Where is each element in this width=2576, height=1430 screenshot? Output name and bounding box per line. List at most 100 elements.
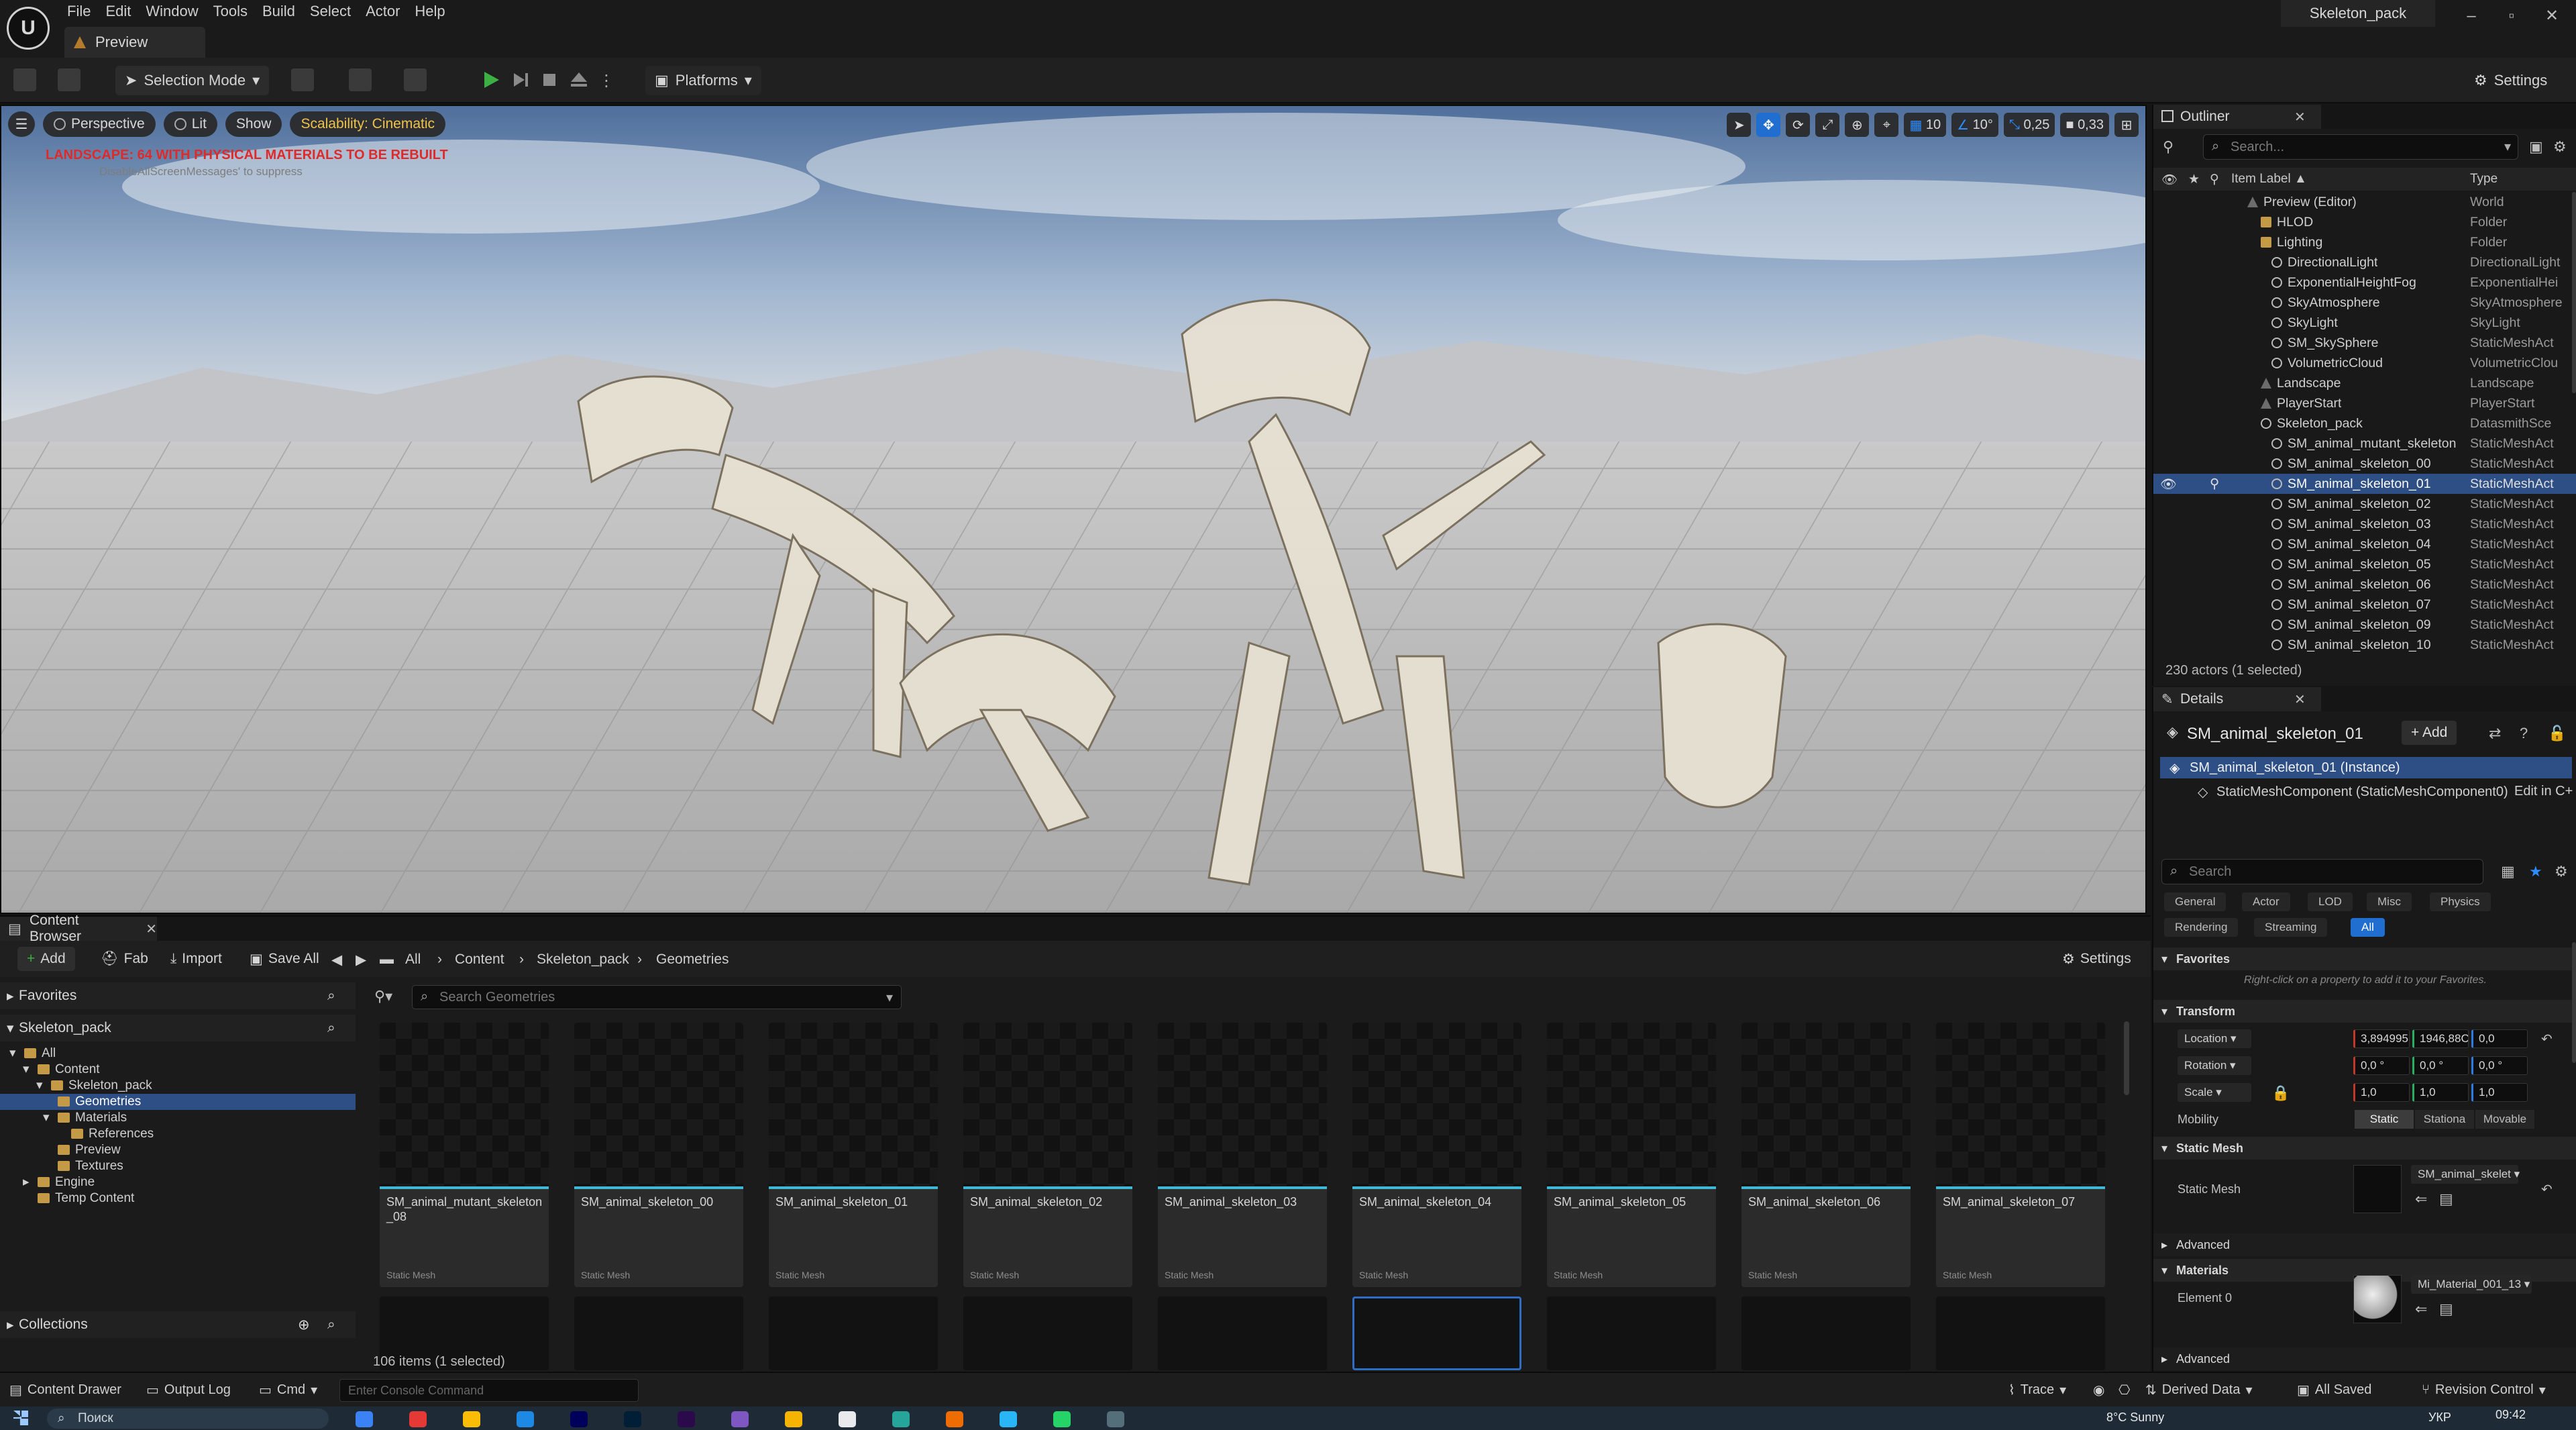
favorite-star-icon[interactable]: ★	[2529, 863, 2542, 880]
asset-tile[interactable]: SM_animal_skeleton_01 Static Mesh	[769, 1023, 938, 1287]
menu-edit[interactable]: Edit	[105, 0, 146, 23]
language-indicator[interactable]: УКР	[2428, 1411, 2451, 1425]
filter-all[interactable]: All	[2351, 918, 2385, 937]
outliner-row[interactable]: SM_animal_skeleton_05 StaticMeshAct	[2153, 554, 2576, 574]
eject-icon[interactable]	[568, 68, 590, 91]
stop-icon[interactable]	[538, 68, 561, 91]
play-icon[interactable]	[479, 68, 502, 91]
selection-mode-dropdown[interactable]: ➤ Selection Mode ▾	[115, 66, 270, 95]
static-mesh-section[interactable]: ▾ Static Mesh	[2153, 1137, 2576, 1160]
close-window-button[interactable]: ✕	[2533, 4, 2571, 28]
browse-icon[interactable]	[58, 68, 80, 91]
search-icon[interactable]: ⌕	[327, 1020, 335, 1036]
material-picker[interactable]: Mi_Material_001_13 ▾	[2411, 1275, 2532, 1294]
outliner-row[interactable]: Landscape Landscape	[2153, 373, 2576, 393]
menu-file[interactable]: File	[67, 0, 105, 23]
menu-select[interactable]: Select	[310, 0, 366, 23]
search-icon[interactable]: ⌕	[327, 1317, 335, 1333]
tree-item-preview[interactable]: Preview	[0, 1142, 356, 1158]
app-icon[interactable]	[946, 1411, 963, 1427]
windows-start-icon[interactable]	[13, 1411, 28, 1425]
rotation-x-field[interactable]: 0,0 °	[2353, 1056, 2410, 1075]
world-space-icon[interactable]: ⊕	[1845, 113, 1870, 137]
asset-tile[interactable]	[1741, 1296, 1911, 1370]
project-header[interactable]: ▾ Skeleton_pack ⌕	[0, 1015, 356, 1041]
rotation-dropdown[interactable]: Rotation ▾	[2178, 1056, 2251, 1075]
location-x-field[interactable]: 3,894995	[2353, 1029, 2410, 1048]
reset-location-icon[interactable]: ↶	[2541, 1031, 2553, 1048]
transform-section[interactable]: ▾ Transform	[2153, 1000, 2576, 1023]
content-browser-tab[interactable]: ▤ Content Browser ✕	[0, 913, 157, 944]
favorite-column-icon[interactable]: ★	[2188, 172, 2200, 187]
save-icon[interactable]	[13, 68, 36, 91]
pin-icon[interactable]: ⚲	[2210, 476, 2219, 492]
eye-icon[interactable]: 👁	[2160, 476, 2177, 493]
trace-dropdown[interactable]: ⌇ Trace ▾	[2008, 1382, 2066, 1398]
rotation-snap-toggle[interactable]: ∠ 10°	[1951, 113, 1998, 137]
material-thumbnail[interactable]	[2353, 1275, 2402, 1323]
details-scrollbar[interactable]	[2572, 942, 2576, 1063]
filter-misc[interactable]: Misc	[2367, 892, 2412, 911]
surface-snap-icon[interactable]: ⌖	[1874, 113, 1899, 137]
outliner-row[interactable]: SM_SkySphere StaticMeshAct	[2153, 333, 2576, 353]
component-row[interactable]: ◇ StaticMeshComponent (StaticMeshCompone…	[2160, 781, 2573, 803]
clock[interactable]: 09:42	[2496, 1408, 2526, 1422]
outliner-row[interactable]: SkyLight SkyLight	[2153, 313, 2576, 333]
cmd-dropdown[interactable]: ▭ Cmd ▾	[259, 1382, 317, 1398]
outliner-row[interactable]: SM_animal_skeleton_10 StaticMeshAct	[2153, 635, 2576, 652]
location-dropdown[interactable]: Location ▾	[2178, 1029, 2251, 1048]
photoshop-icon[interactable]	[624, 1411, 641, 1427]
scale-dropdown[interactable]: Scale ▾	[2178, 1083, 2251, 1102]
details-search-input[interactable]: ⌕ Search	[2161, 859, 2483, 884]
import-button[interactable]: ⤓ Import	[161, 947, 231, 971]
filter-lod[interactable]: LOD	[2308, 892, 2353, 911]
derived-data-button[interactable]: ⇅ Derived Data ▾	[2145, 1382, 2253, 1398]
weather-widget[interactable]: 8°C Sunny	[2106, 1411, 2164, 1425]
asset-tile[interactable]: SM_animal_skeleton_05 Static Mesh	[1547, 1023, 1716, 1287]
pin-column-icon[interactable]: ⚲	[2210, 172, 2219, 187]
reset-mesh-icon[interactable]: ↶	[2541, 1181, 2553, 1198]
skype-icon[interactable]	[517, 1411, 534, 1427]
unreal-taskbar-icon[interactable]	[839, 1411, 856, 1427]
asset-tile[interactable]: SM_animal_skeleton_06 Static Mesh	[1741, 1023, 1911, 1287]
asset-search-input[interactable]: ⌕ Search Geometries ▾	[412, 985, 902, 1009]
tree-item-geometries[interactable]: Geometries	[0, 1094, 356, 1110]
outliner-scrollbar[interactable]	[2572, 192, 2576, 393]
outliner-tab[interactable]: Outliner ✕	[2153, 105, 2321, 129]
asset-tile[interactable]	[1547, 1296, 1716, 1370]
filter-actor[interactable]: Actor	[2242, 892, 2290, 911]
menu-tools[interactable]: Tools	[213, 0, 262, 23]
breadcrumb-all[interactable]: All	[405, 952, 421, 968]
component-instance-row[interactable]: ◈ SM_animal_skeleton_01 (Instance)	[2160, 757, 2572, 778]
advanced-section[interactable]: ▸ Advanced	[2153, 1233, 2576, 1256]
use-selected-icon[interactable]: ⇐	[2415, 1300, 2427, 1318]
settings-button[interactable]: ⚙ Settings	[2466, 66, 2555, 95]
revision-control-button[interactable]: ⑂ Revision Control ▾	[2422, 1382, 2546, 1398]
outliner-row[interactable]: Lighting Folder	[2153, 232, 2576, 252]
outliner-row[interactable]: DirectionalLight DirectionalLight	[2153, 252, 2576, 272]
asset-tile[interactable]	[1936, 1296, 2105, 1370]
network-icon[interactable]: ⎔	[2118, 1382, 2130, 1398]
perspective-button[interactable]: Perspective	[43, 111, 156, 137]
breadcrumb-geometries[interactable]: Geometries	[656, 952, 729, 968]
tree-item-content[interactable]: ▾ Content	[0, 1062, 356, 1078]
scale-tool-icon[interactable]: ⤢	[1815, 113, 1840, 137]
outliner-row[interactable]: Skeleton_pack DatasmithSce	[2153, 413, 2576, 433]
browse-asset-icon[interactable]: ▤	[2439, 1300, 2453, 1318]
hamburger-menu-icon[interactable]: ☰	[8, 111, 35, 137]
details-settings-icon[interactable]: ⚙	[2555, 863, 2568, 880]
view-mode-button[interactable]: Lit	[163, 111, 217, 137]
add-folder-icon[interactable]: ▣	[2529, 138, 2543, 156]
folder-icon[interactable]	[785, 1411, 802, 1427]
more-options-icon[interactable]: ⋮	[598, 71, 614, 91]
lock-icon[interactable]: 🔓	[2548, 725, 2566, 742]
level-tab[interactable]: Preview	[64, 27, 205, 58]
outliner-row[interactable]: PlayerStart PlayerStart	[2153, 393, 2576, 413]
app-icon[interactable]	[892, 1411, 910, 1427]
save-all-button[interactable]: ▣ Save All	[240, 947, 329, 971]
outliner-row[interactable]: SM_animal_skeleton_00 StaticMeshAct	[2153, 454, 2576, 474]
scale-snap-toggle[interactable]: ⤡ 0,25	[2003, 113, 2055, 137]
asset-tile[interactable]: SM_animal_skeleton_07 Static Mesh	[1936, 1023, 2105, 1287]
outliner-row[interactable]: HLOD Folder	[2153, 212, 2576, 232]
filter-icon[interactable]: ⚲	[2163, 138, 2174, 156]
